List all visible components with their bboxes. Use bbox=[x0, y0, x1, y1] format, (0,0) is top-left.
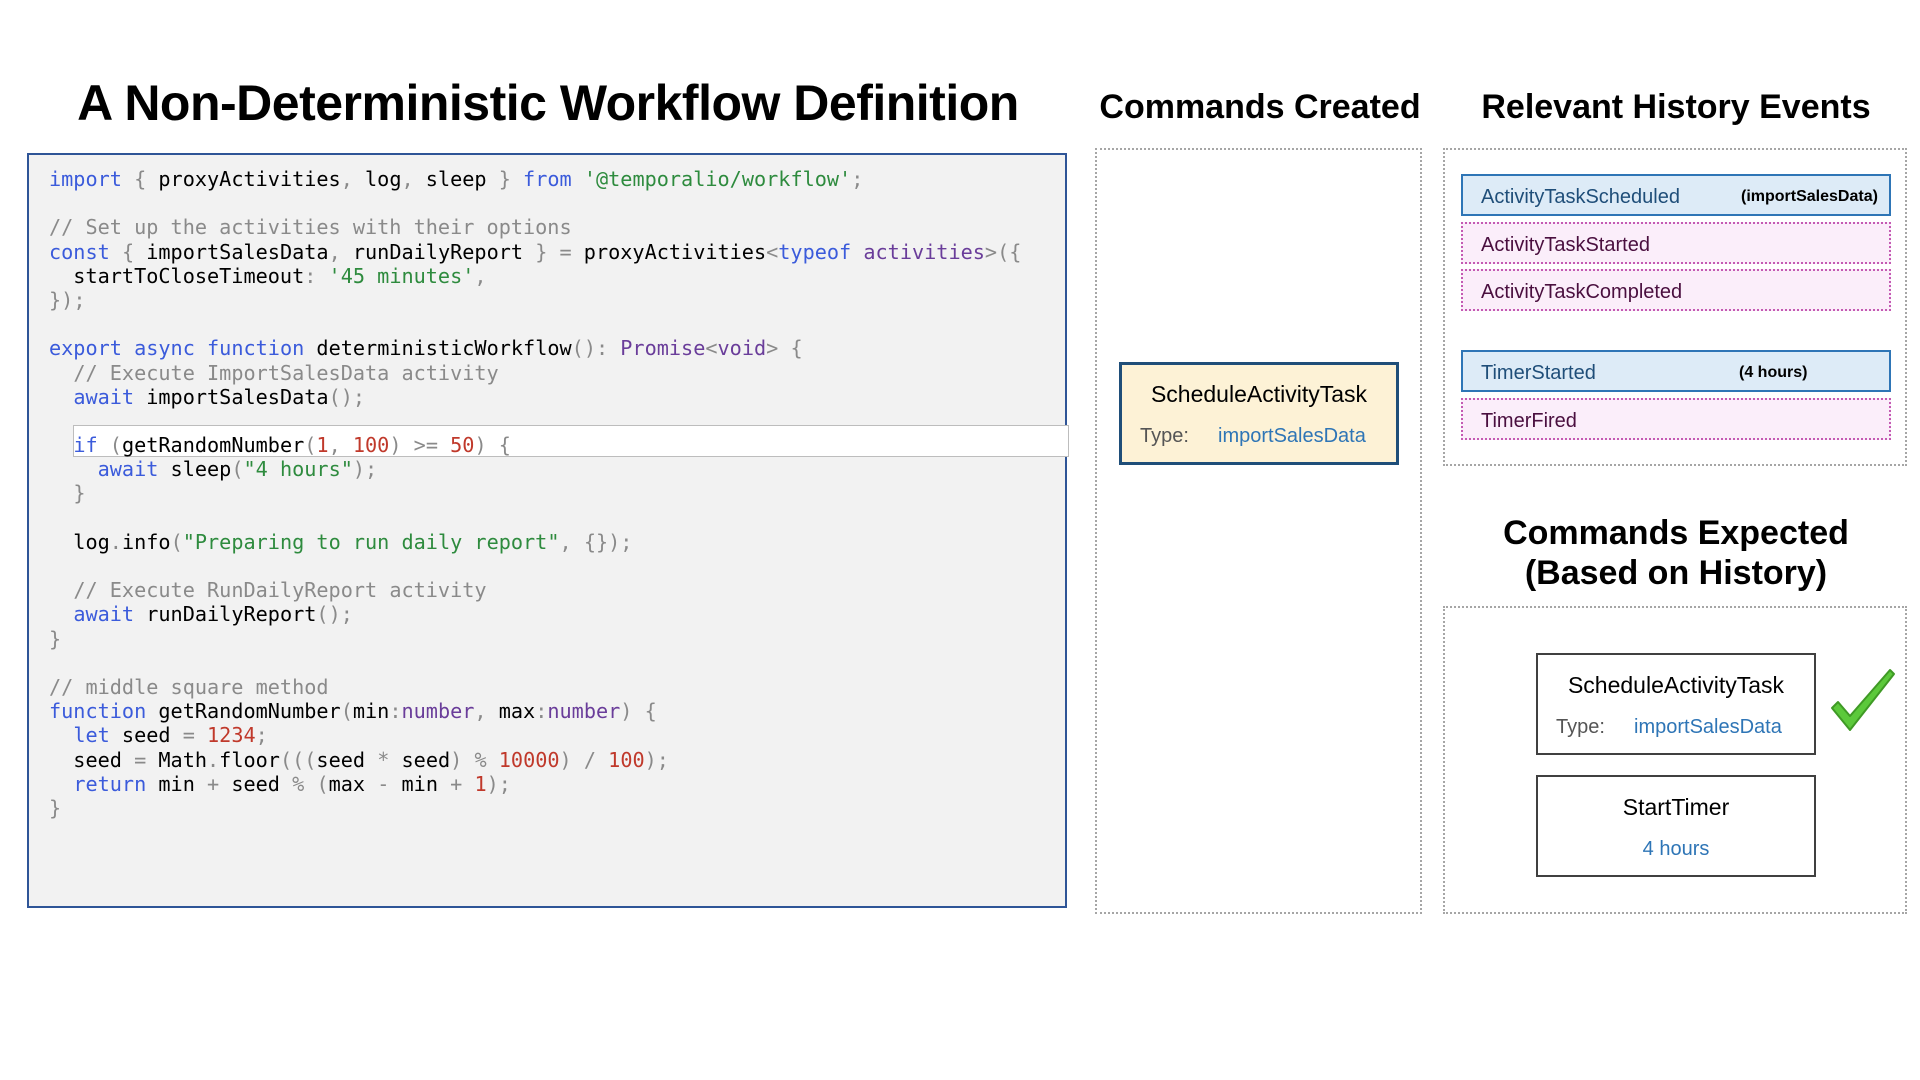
event-name: TimerFired bbox=[1481, 410, 1577, 432]
code-line: await runDailyReport(); bbox=[73, 602, 353, 627]
command-value: 4 hours bbox=[1642, 838, 1710, 860]
code-line: const { importSalesData, runDailyReport … bbox=[49, 239, 1022, 264]
commands-expected-panel: ScheduleActivityTask Type: importSalesDa… bbox=[1443, 606, 1907, 914]
command-type-label: Type: bbox=[1140, 425, 1189, 447]
history-event-activity-task-started: ActivityTaskStarted bbox=[1461, 222, 1891, 264]
event-note: (importSalesData) bbox=[1741, 188, 1878, 205]
code-line: let seed = 1234; bbox=[73, 723, 268, 748]
history-event-activity-task-scheduled: ActivityTaskScheduled (importSalesData) bbox=[1461, 174, 1891, 216]
code-line: } bbox=[73, 481, 86, 506]
green-checkmark-icon bbox=[1831, 669, 1895, 731]
command-name: ScheduleActivityTask bbox=[1150, 381, 1368, 407]
main-title: A Non-Deterministic Workflow Definition bbox=[77, 75, 1019, 131]
workflow-code: import { proxyActivities, log, sleep } f… bbox=[49, 167, 1021, 820]
code-line: } bbox=[49, 795, 62, 820]
expected-command-schedule-activity: ScheduleActivityTask Type: importSalesDa… bbox=[1536, 653, 1816, 755]
code-line: return min + seed % (max - min + 1); bbox=[73, 771, 511, 796]
command-name: StartTimer bbox=[1622, 794, 1730, 820]
event-name: ActivityTaskStarted bbox=[1481, 234, 1650, 256]
commands-expected-subtitle: (Based on History) bbox=[1524, 554, 1828, 592]
code-line: // Set up the activities with their opti… bbox=[49, 215, 572, 240]
code-line-highlighted: if (getRandomNumber(1, 100) >= 50) { bbox=[73, 433, 511, 458]
code-panel: import { proxyActivities, log, sleep } f… bbox=[27, 153, 1069, 908]
history-events-panel: ActivityTaskScheduled (importSalesData) … bbox=[1443, 148, 1907, 466]
commands-created-panel: ScheduleActivityTask Type: importSalesDa… bbox=[1095, 148, 1422, 914]
code-line: log.info("Preparing to run daily report"… bbox=[49, 529, 633, 554]
command-type-value: importSalesData bbox=[1218, 425, 1366, 447]
event-name: ActivityTaskScheduled bbox=[1481, 186, 1680, 208]
code-line: await sleep("4 hours"); bbox=[97, 457, 378, 482]
code-line: function getRandomNumber(min:number, max… bbox=[49, 699, 657, 724]
command-created-card: ScheduleActivityTask Type: importSalesDa… bbox=[1119, 362, 1399, 465]
expected-command-start-timer: StartTimer 4 hours bbox=[1536, 775, 1816, 877]
code-line: // middle square method bbox=[49, 674, 329, 699]
history-event-timer-started: TimerStarted (4 hours) bbox=[1461, 350, 1891, 392]
code-line: import { proxyActivities, log, sleep } f… bbox=[49, 167, 864, 191]
code-line: }); bbox=[49, 287, 86, 312]
history-event-activity-task-completed: ActivityTaskCompleted bbox=[1461, 269, 1891, 311]
commands-created-title: Commands Created bbox=[1099, 88, 1421, 126]
event-note: (4 hours) bbox=[1739, 364, 1808, 381]
history-event-timer-fired: TimerFired bbox=[1461, 398, 1891, 440]
command-type-label: Type: bbox=[1556, 716, 1605, 738]
code-line: export async function deterministicWorkf… bbox=[49, 336, 803, 361]
event-name: ActivityTaskCompleted bbox=[1481, 281, 1683, 303]
code-line: } bbox=[49, 626, 62, 651]
code-line: // Execute RunDailyReport activity bbox=[73, 578, 487, 603]
command-type-value: importSalesData bbox=[1634, 716, 1782, 738]
history-events-title: Relevant History Events bbox=[1481, 88, 1871, 126]
code-line: await importSalesData(); bbox=[73, 384, 366, 409]
code-line: // Execute ImportSalesData activity bbox=[73, 360, 499, 385]
code-line: startToCloseTimeout: '45 minutes', bbox=[49, 263, 487, 288]
command-name: ScheduleActivityTask bbox=[1567, 672, 1785, 698]
event-name: TimerStarted bbox=[1481, 362, 1596, 384]
commands-expected-title: Commands Expected bbox=[1503, 514, 1849, 552]
code-line: seed = Math.floor(((seed * seed) % 10000… bbox=[49, 747, 669, 772]
